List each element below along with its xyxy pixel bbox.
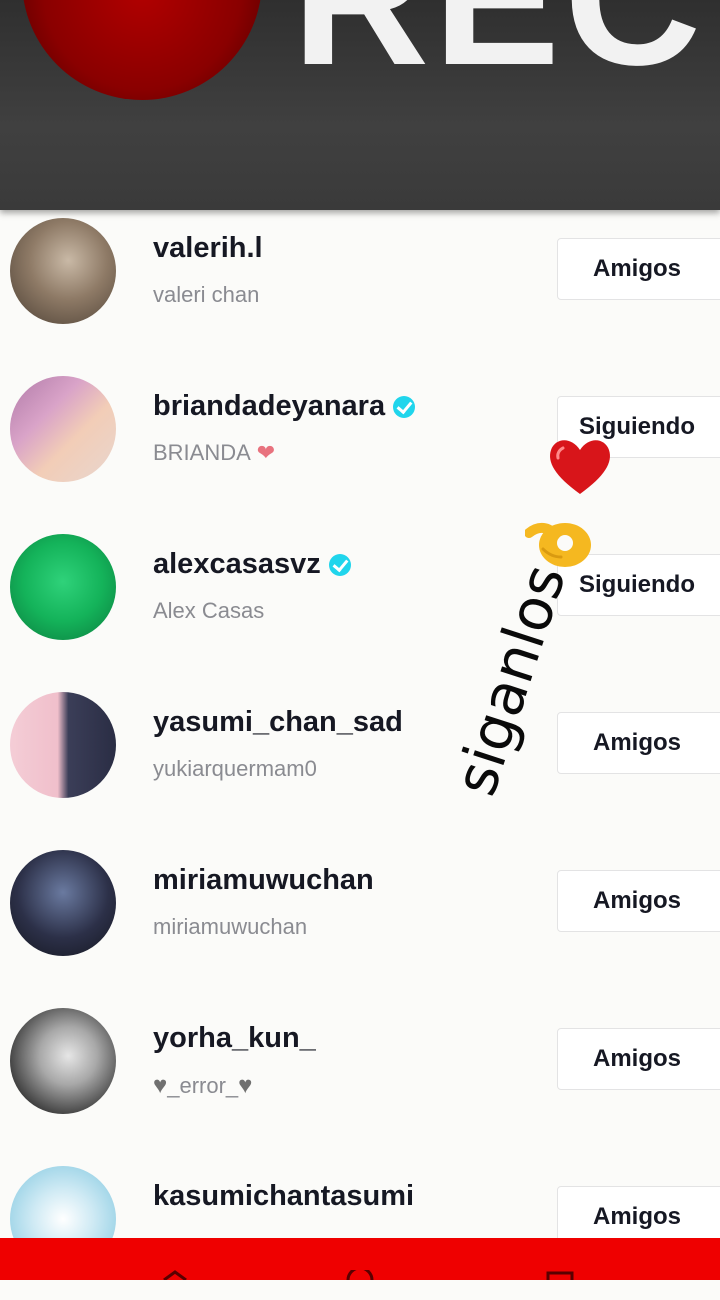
avatar[interactable] <box>10 534 116 640</box>
ok-hand-icon <box>525 523 591 567</box>
username[interactable]: yasumi_chan_sad <box>153 706 403 739</box>
list-item[interactable]: yasumi_chan_sad yukiarquermam0 Amigos <box>0 686 720 826</box>
nickname: Alex Casas <box>153 598 265 623</box>
list-item[interactable]: alexcasasvz Alex Casas Siguiendo <box>0 528 720 668</box>
username[interactable]: valerih.l <box>153 232 263 265</box>
username[interactable]: miriamuwuchan <box>153 864 374 897</box>
avatar[interactable] <box>10 376 116 482</box>
avatar[interactable] <box>10 218 116 324</box>
avatar[interactable] <box>10 692 116 798</box>
list-item[interactable]: valerih.l valeri chan Amigos <box>0 212 720 352</box>
rec-label: REC <box>292 0 705 94</box>
back-icon[interactable] <box>160 1270 190 1280</box>
nickname: yukiarquermam0 <box>153 756 317 781</box>
nickname: BRIANDA ❤ <box>153 440 276 465</box>
heart-icon: ❤ <box>256 440 276 465</box>
friends-button[interactable]: Amigos <box>557 238 720 300</box>
list-item[interactable]: yorha_kun_ ♥_error_♥ Amigos <box>0 1002 720 1142</box>
nickname: ♥_error_♥ <box>153 1072 253 1099</box>
recents-icon[interactable] <box>545 1270 575 1280</box>
friends-button[interactable]: Amigos <box>557 1028 720 1090</box>
list-item[interactable]: miriamuwuchan miriamuwuchan Amigos <box>0 844 720 984</box>
verified-badge-icon <box>328 553 351 576</box>
username[interactable]: yorha_kun_ <box>153 1022 316 1055</box>
username[interactable]: briandadeyanara <box>153 390 416 423</box>
heart-icon: ♥ <box>153 1072 168 1099</box>
home-icon[interactable] <box>345 1270 375 1280</box>
username[interactable]: alexcasasvz <box>153 548 351 581</box>
verified-badge-icon <box>393 395 416 418</box>
avatar[interactable] <box>10 1008 116 1114</box>
friends-button[interactable]: Amigos <box>557 870 720 932</box>
friends-button[interactable]: Amigos <box>557 712 720 774</box>
nickname: valeri chan <box>153 282 260 307</box>
rec-banner: REC <box>0 0 720 210</box>
heart-icon: ♥ <box>238 1072 253 1099</box>
nickname: miriamuwuchan <box>153 914 308 939</box>
heart-icon <box>550 440 610 494</box>
avatar[interactable] <box>10 850 116 956</box>
username[interactable]: kasumichantasumi <box>153 1180 414 1213</box>
record-dot-icon <box>22 0 262 100</box>
bottom-nav-bar <box>0 1238 720 1280</box>
